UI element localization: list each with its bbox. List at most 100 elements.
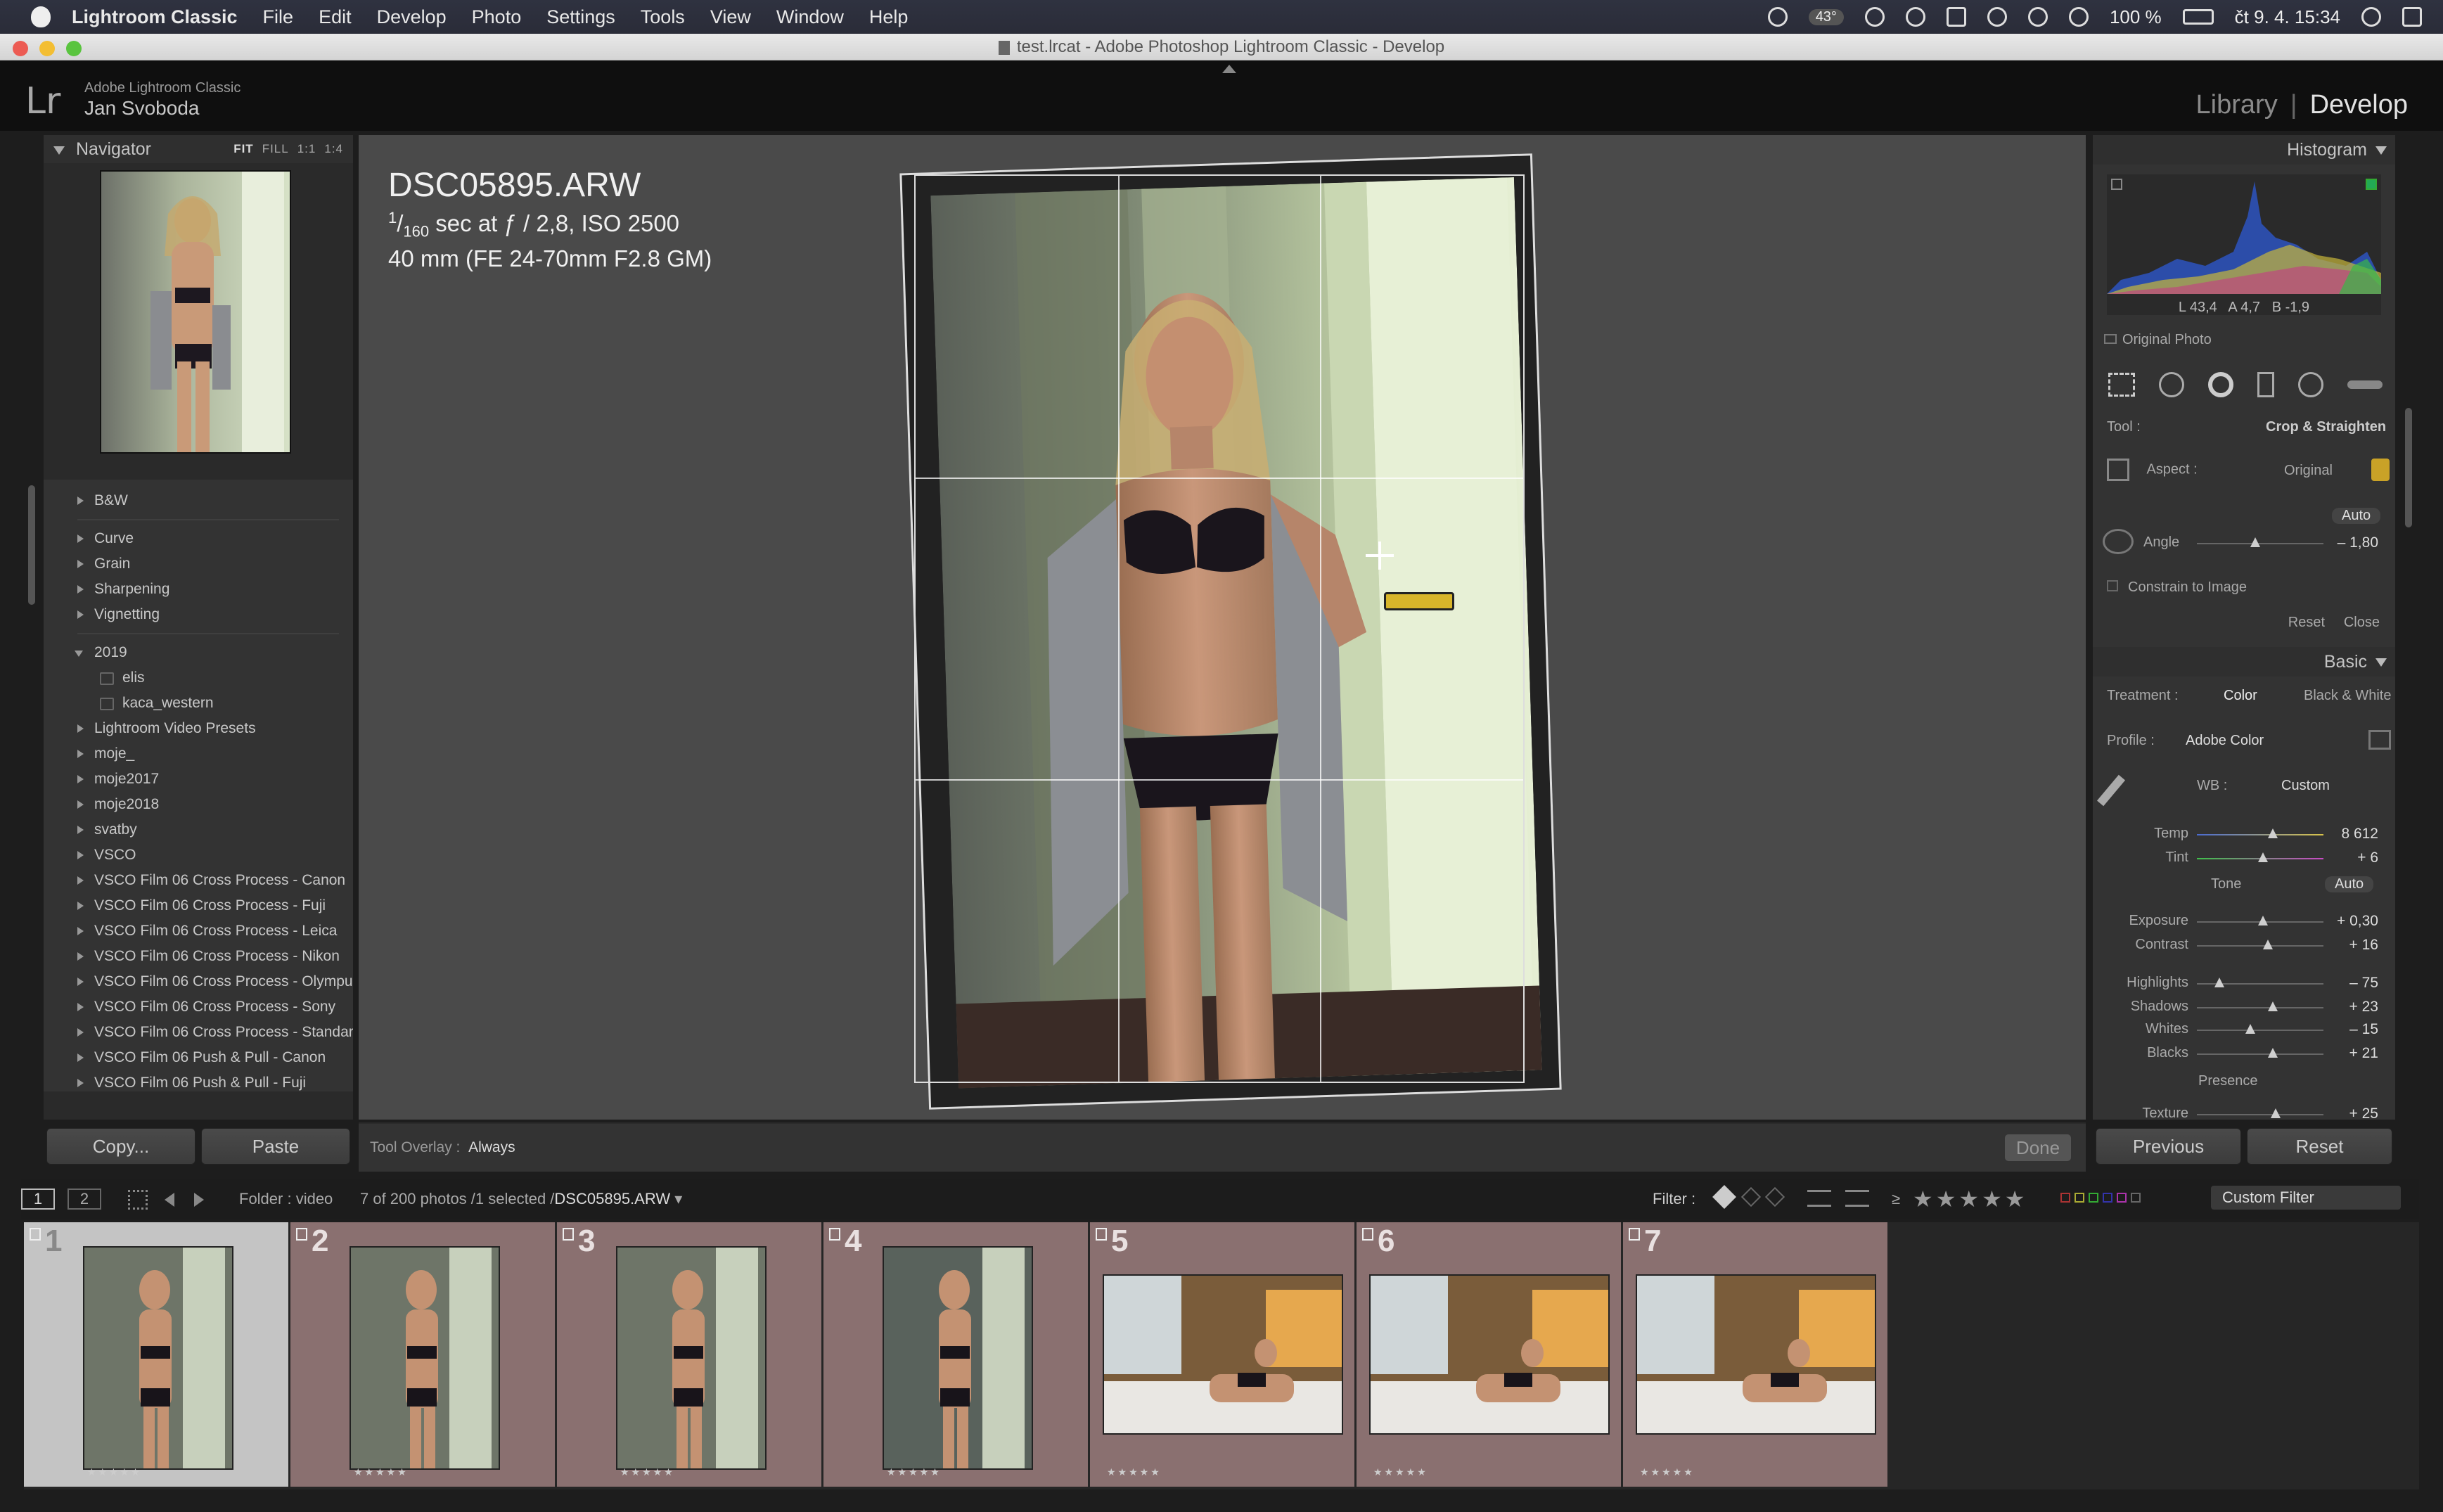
thumb-rating[interactable]: ★★★★★ [1373,1466,1428,1478]
slider-track[interactable] [2197,978,2323,987]
preset-folder-grain[interactable]: Grain [44,551,353,577]
reset-button[interactable]: Reset [2247,1128,2392,1165]
edited-filter-icon[interactable] [1807,1190,1831,1207]
slider-knob[interactable] [2268,828,2278,838]
menu-settings[interactable]: Settings [546,6,615,28]
preset-folder-item[interactable]: VSCO Film 06 Cross Process - Olympus [44,969,353,994]
thumb-rating[interactable]: ★★★★★ [1640,1466,1695,1478]
angle-auto-button[interactable]: Auto [2332,508,2381,524]
clock[interactable]: čt 9. 4. 15:34 [2235,6,2340,28]
preset-folder-item[interactable]: moje_ [44,741,353,767]
preset-folder-curve[interactable]: Curve [44,526,353,551]
rating-operator[interactable]: ≥ [1892,1190,1900,1208]
angle-slider-knob[interactable] [2250,537,2260,547]
angle-slider[interactable] [2197,537,2323,547]
yellow-label-icon[interactable] [2075,1193,2084,1203]
histogram-header[interactable]: Histogram [2093,135,2395,165]
flag-icon[interactable] [563,1228,574,1241]
menu-edit[interactable]: Edit [319,6,352,28]
profile-browser-icon[interactable] [2368,730,2391,750]
unflagged-filter-icon[interactable] [1740,1186,1762,1207]
slider-knob[interactable] [2214,978,2225,987]
color-label-filter[interactable] [2060,1193,2141,1203]
slider-knob[interactable] [2268,1001,2278,1011]
battery-icon[interactable] [2182,9,2214,25]
thumb-rating[interactable]: ★★★★★ [354,1466,409,1478]
slider-track[interactable] [2197,828,2323,838]
preset-folder-item[interactable]: VSCO Film 06 Cross Process - Nikon [44,944,353,969]
slider-track[interactable] [2197,940,2323,949]
eyedropper-icon[interactable] [2096,774,2126,807]
menu-file[interactable]: File [263,6,294,28]
unedited-filter-icon[interactable] [1845,1190,1869,1207]
preset-folder-sharpening[interactable]: Sharpening [44,577,353,602]
slider-knob[interactable] [2270,1108,2281,1118]
done-button[interactable]: Done [2004,1134,2072,1162]
thumb-rating[interactable]: ★★★★★ [87,1466,142,1478]
histogram[interactable] [2107,174,2381,315]
filmstrip-thumb-2[interactable]: 2 ★★★★★ [290,1222,555,1487]
zoom-1-1[interactable]: 1:1 [297,142,316,155]
temperature-badge[interactable]: 43° [1808,8,1844,25]
crop-reset-button[interactable]: Reset [2288,615,2325,631]
photo-canvas[interactable]: DSC05895.ARW 1/160 sec at ƒ / 2,8, ISO 2… [359,65,2086,1120]
module-develop[interactable]: Develop [2310,90,2408,120]
rejected-filter-icon[interactable] [1764,1186,1785,1207]
lock-icon[interactable] [2371,459,2390,481]
preset-folder-bw[interactable]: B&W [44,488,353,513]
left-panel-scrollbar[interactable] [28,485,35,605]
filmstrip-thumb-4[interactable]: 4 ★★★★★ [823,1222,1088,1487]
adjustment-brush-icon[interactable] [2347,380,2383,389]
copy-settings-button[interactable]: Copy... [46,1128,195,1165]
thumb-rating[interactable]: ★★★★★ [620,1466,675,1478]
preset-elis[interactable]: elis [44,665,353,691]
flag-icon[interactable] [829,1228,840,1241]
slider-track[interactable] [2197,1048,2323,1058]
thumb-rating[interactable]: ★★★★★ [1107,1466,1162,1478]
spot-removal-icon[interactable] [2159,372,2184,397]
apple-menu-icon[interactable] [31,6,51,27]
display-icon[interactable] [1946,7,1966,27]
flag-icon[interactable] [296,1228,307,1241]
slider-track[interactable] [2197,1024,2323,1034]
preset-folder-item[interactable]: VSCO Film 06 Cross Process - Standard [44,1020,353,1045]
custom-filter-dropdown[interactable]: Custom Filter [2211,1186,2401,1210]
wifi-icon[interactable] [2068,7,2089,27]
slider-knob[interactable] [2245,1024,2255,1034]
wb-dropdown[interactable]: Custom [2281,778,2330,794]
red-eye-icon[interactable] [2208,372,2233,397]
preset-folder-item[interactable]: VSCO Film 06 Cross Process - Canon [44,868,353,893]
menu-photo[interactable]: Photo [472,6,522,28]
navigator-header[interactable]: Navigator FIT FILL 1:1 1:4 [44,135,353,163]
straighten-level-icon[interactable] [1384,592,1454,610]
control-center-icon[interactable] [2402,7,2422,27]
preset-folder-vignetting[interactable]: Vignetting [44,602,353,627]
slider-track[interactable] [2197,852,2323,862]
crop-frame-icon[interactable] [2107,459,2129,481]
minimize-window-button[interactable] [39,41,55,56]
slider-knob[interactable] [2268,1048,2278,1058]
preset-folder-item[interactable]: svatby [44,817,353,843]
menu-window[interactable]: Window [776,6,844,28]
record-icon[interactable] [1767,7,1788,27]
crop-tool-icon[interactable] [2108,373,2135,397]
preset-folder-item[interactable]: VSCO Film 06 Cross Process - Sony [44,994,353,1020]
back-arrow-icon[interactable] [165,1193,174,1207]
preset-folder-item[interactable]: VSCO Film 06 Cross Process - Fuji [44,893,353,918]
top-collapse-arrow-icon[interactable] [1222,65,1236,73]
slider-knob[interactable] [2262,940,2273,949]
menu-view[interactable]: View [710,6,751,28]
grid-view-icon[interactable] [128,1190,148,1210]
search-icon[interactable] [2361,7,2381,27]
purple-label-icon[interactable] [2117,1193,2127,1203]
filmstrip-thumb-5[interactable]: 5 ★★★★★ [1090,1222,1354,1487]
original-photo-toggle[interactable]: Original Photo [2104,332,2406,348]
highlight-clipping-icon[interactable] [2366,179,2377,190]
flag-icon[interactable] [1629,1228,1640,1241]
tool-icon[interactable] [1864,7,1885,27]
preset-kaca-western[interactable]: kaca_western [44,691,353,716]
paste-settings-button[interactable]: Paste [201,1128,350,1165]
battery-percent[interactable]: 100 % [2110,6,2162,28]
preset-folder-item[interactable]: moje2018 [44,792,353,817]
secondary-window-button[interactable]: 2 [68,1189,101,1210]
